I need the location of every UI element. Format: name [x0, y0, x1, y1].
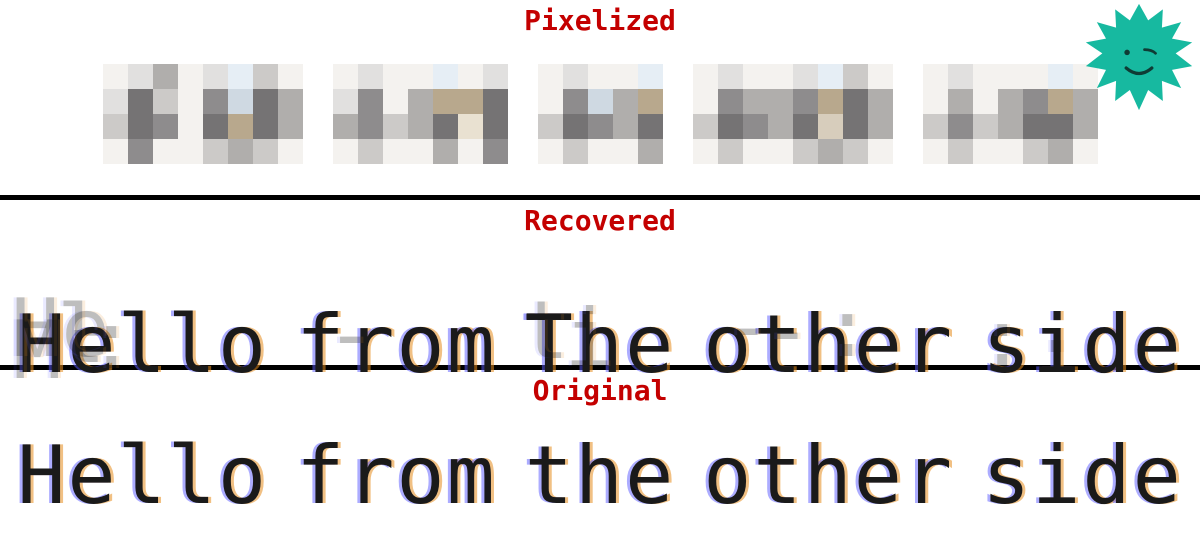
original-word-4: side — [982, 436, 1183, 516]
pixelized-word-4 — [923, 64, 1098, 164]
pixelized-word-0 — [103, 64, 303, 164]
original-word-0: Hello — [17, 436, 268, 516]
pixelized-word-2 — [538, 64, 663, 164]
mascot-starburst-icon — [1084, 2, 1194, 112]
original-word-2: the — [525, 436, 676, 516]
panel-recovered: Recovered He l M : Hello - from t i The … — [0, 200, 1200, 370]
pixelized-word-3 — [693, 64, 893, 164]
title-recovered: Recovered — [0, 204, 1200, 237]
panel-pixelized: Pixelized — [0, 0, 1200, 200]
original-word-3: other — [703, 436, 954, 516]
title-original: Original — [0, 374, 1200, 407]
title-pixelized: Pixelized — [0, 4, 1200, 37]
panel-original: Original Hello from the other side — [0, 370, 1200, 538]
original-word-1: from — [296, 436, 497, 516]
starburst-body — [1086, 4, 1192, 110]
pixelized-row — [0, 64, 1200, 164]
pixelized-word-1 — [333, 64, 508, 164]
